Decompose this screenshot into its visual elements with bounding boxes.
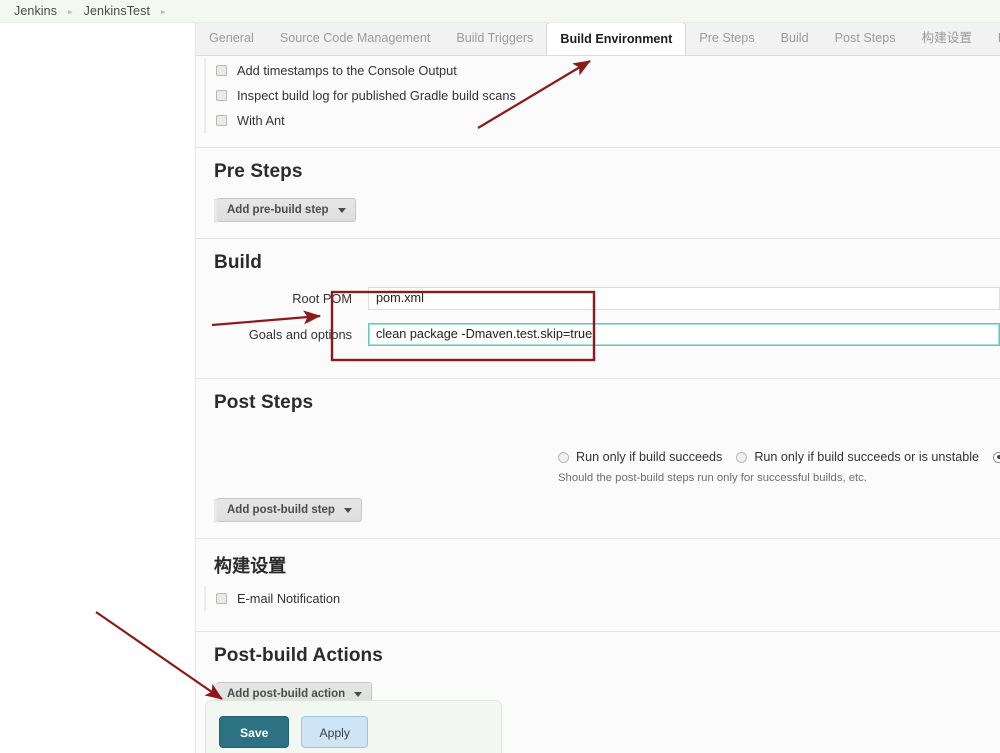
tab-general[interactable]: General	[196, 23, 267, 55]
tab-build[interactable]: Build	[768, 23, 822, 55]
form-row-root-pom: Root POM	[196, 280, 1000, 316]
checkbox-label: E-mail Notification	[237, 591, 341, 606]
apply-button[interactable]: Apply	[301, 716, 368, 748]
tab-pre-steps[interactable]: Pre Steps	[686, 23, 767, 55]
tab-source-code-management[interactable]: Source Code Management	[267, 23, 444, 55]
checkbox-label: Add timestamps to the Console Output	[237, 63, 457, 78]
checkbox-label: Inspect build log for published Gradle b…	[237, 88, 516, 103]
section-heading-post-steps: Post Steps	[196, 378, 1000, 420]
tab-build-environment[interactable]: Build Environment	[546, 23, 687, 55]
radio-label: Run only if build succeeds	[576, 450, 723, 464]
radio-label: Run only if build succeeds or is unstabl…	[754, 450, 980, 464]
checkbox-icon[interactable]	[216, 65, 227, 76]
breadcrumb-item-jenkinstest[interactable]: JenkinsTest	[84, 4, 150, 18]
checkbox-icon[interactable]	[216, 115, 227, 126]
left-pane	[0, 23, 196, 753]
tab-build-triggers[interactable]: Build Triggers	[443, 23, 546, 55]
config-tab-bar: General Source Code Management Build Tri…	[196, 23, 1000, 56]
post-steps-help-text: Should the post-build steps run only for…	[558, 472, 867, 484]
chevron-down-icon	[343, 507, 352, 513]
breadcrumb-item-jenkins[interactable]: Jenkins	[14, 4, 57, 18]
add-post-build-step-button[interactable]: Add post-build step	[216, 498, 362, 522]
checkbox-row-add-timestamps[interactable]: Add timestamps to the Console Output	[196, 58, 1000, 83]
checkbox-label: With Ant	[237, 113, 285, 128]
breadcrumb-separator-icon: ▸	[68, 6, 73, 16]
build-settings-checkbox-group: E-mail Notification	[196, 584, 1000, 611]
chevron-down-icon	[337, 207, 346, 213]
tab-post-steps[interactable]: Post Steps	[822, 23, 909, 55]
form-row-goals-and-options: Goals and options	[196, 316, 1000, 352]
checkbox-icon[interactable]	[216, 90, 227, 101]
config-form-content: Add timestamps to the Console Output Ins…	[196, 56, 1000, 753]
add-post-build-step-label: Add post-build step	[227, 504, 335, 516]
jenkins-job-config-screen: Jenkins ▸ JenkinsTest ▸ General Source C…	[0, 0, 1000, 753]
add-pre-build-step-label: Add pre-build step	[227, 204, 329, 216]
post-steps-actions: Add post-build step	[196, 498, 1000, 523]
goals-and-options-label: Goals and options	[248, 326, 352, 342]
post-steps-radio-group: Run only if build succeeds Run only if b…	[196, 444, 1000, 470]
section-heading-pre-steps: Pre Steps	[196, 147, 1000, 189]
radio-run-regardless[interactable]	[993, 451, 1000, 463]
section-heading-post-build-actions: Post-build Actions	[196, 631, 1000, 673]
checkbox-row-inspect-build-log[interactable]: Inspect build log for published Gradle b…	[196, 83, 1000, 108]
goals-and-options-input[interactable]	[368, 322, 1000, 346]
section-heading-build: Build	[196, 238, 1000, 280]
checkbox-icon[interactable]	[216, 593, 227, 604]
breadcrumb-separator-icon: ▸	[161, 6, 166, 16]
section-heading-build-settings: 构建设置	[196, 538, 1000, 584]
save-button[interactable]: Save	[219, 716, 290, 748]
checkbox-row-email-notification[interactable]: E-mail Notification	[196, 586, 1000, 611]
root-pom-input[interactable]	[368, 286, 1000, 310]
radio-run-only-if-succeeds-or-unstable[interactable]	[736, 451, 748, 463]
tab-build-settings[interactable]: 构建设置	[909, 23, 985, 55]
checkbox-row-with-ant[interactable]: With Ant	[196, 108, 1000, 133]
form-footer-save-bar: Save Apply	[205, 700, 502, 753]
add-post-build-action-label: Add post-build action	[227, 688, 346, 700]
tab-post-build-actions[interactable]: Po	[985, 23, 1000, 55]
breadcrumb: Jenkins ▸ JenkinsTest ▸	[0, 0, 1000, 23]
radio-run-only-if-succeeds[interactable]	[558, 451, 569, 463]
pre-steps-actions: Add pre-build step	[196, 198, 1000, 223]
add-pre-build-step-button[interactable]: Add pre-build step	[216, 198, 356, 222]
chevron-down-icon	[354, 691, 363, 697]
root-pom-label: Root POM	[292, 290, 352, 306]
build-environment-checkbox-group: Add timestamps to the Console Output Ins…	[196, 56, 1000, 133]
